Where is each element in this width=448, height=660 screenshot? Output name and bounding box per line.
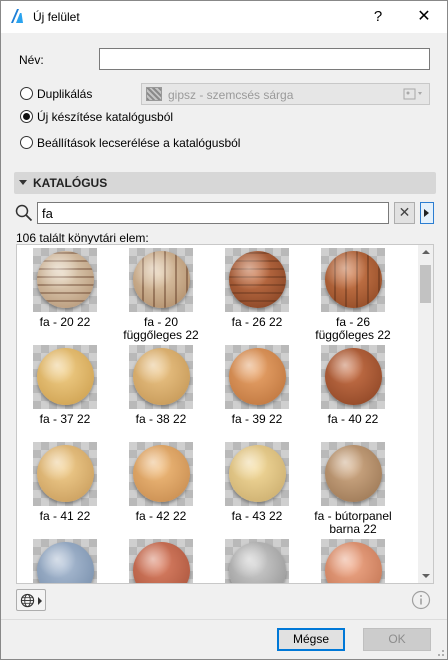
material-thumbnail [129, 442, 193, 506]
duplicate-source-text: gipsz - szemcsés sárga [168, 88, 294, 102]
catalog-search-input[interactable] [37, 202, 389, 224]
catalog-item[interactable]: fa - 26 22 [209, 248, 305, 343]
material-sphere [325, 251, 382, 308]
replace-settings-label[interactable]: Beállítások lecserélése a katalógusból [37, 136, 240, 150]
globe-icon [20, 593, 35, 608]
catalog-item[interactable]: fa - 26 függőleges 22 [305, 248, 401, 343]
clear-search-button[interactable]: ✕ [394, 202, 415, 224]
material-thumbnail [225, 442, 289, 506]
catalog-item[interactable]: fa - 41 22 [17, 442, 113, 537]
scroll-thumb[interactable] [420, 265, 431, 303]
ok-button[interactable]: OK [363, 628, 431, 651]
catalog-item-label: fa - 26 22 [231, 315, 283, 329]
material-sphere [325, 445, 382, 502]
duplicate-label[interactable]: Duplikálás [37, 87, 92, 101]
name-label: Név: [19, 53, 44, 67]
material-thumbnail [321, 248, 385, 312]
title-bar: Új felület ? ✕ [1, 1, 447, 33]
material-thumbnail [129, 248, 193, 312]
material-sphere [133, 251, 190, 308]
catalog-item-label: fa - 38 22 [135, 412, 187, 426]
catalog-item-label: fa - 20 22 [39, 315, 91, 329]
create-from-catalog-radio[interactable] [20, 110, 33, 123]
catalog-item[interactable]: fa - 43 22 [209, 442, 305, 537]
catalog-item-label: fa - 43 22 [231, 509, 283, 523]
material-thumbnail [33, 442, 97, 506]
cancel-button[interactable]: Mégse [277, 628, 345, 651]
help-button[interactable]: ? [355, 1, 401, 33]
collapse-arrow-icon [19, 180, 27, 185]
grid-scrollbar[interactable] [418, 245, 433, 583]
material-sphere [37, 251, 94, 308]
window-title: Új felület [33, 10, 80, 24]
catalog-item-label: fa - 42 22 [135, 509, 187, 523]
catalog-item[interactable] [305, 539, 401, 583]
catalog-item[interactable]: fa - 20 22 [17, 248, 113, 343]
catalog-item-label: fa - 41 22 [39, 509, 91, 523]
catalog-item[interactable] [209, 539, 305, 583]
scroll-down-icon[interactable] [422, 574, 430, 578]
close-button[interactable]: ✕ [401, 1, 447, 33]
catalog-item-label: fa - 37 22 [39, 412, 91, 426]
catalog-item[interactable]: fa - 20 függőleges 22 [113, 248, 209, 343]
material-thumbnail [225, 345, 289, 409]
material-sphere [133, 445, 190, 502]
material-thumbnail [321, 539, 385, 583]
catalog-item[interactable]: fa - 38 22 [113, 345, 209, 440]
material-thumbnail [225, 248, 289, 312]
material-thumbnail [321, 442, 385, 506]
menu-arrow-icon [38, 597, 42, 605]
material-sphere [37, 445, 94, 502]
catalog-item[interactable]: fa - 37 22 [17, 345, 113, 440]
material-sphere [229, 542, 286, 583]
material-thumbnail [129, 345, 193, 409]
catalog-grid: fa - 20 22 fa - 20 függőleges 22 fa - 26 2… [16, 244, 434, 584]
catalog-item-label: fa - 40 22 [327, 412, 379, 426]
material-sphere [325, 348, 382, 405]
app-icon [11, 9, 23, 23]
catalog-item[interactable]: fa - 40 22 [305, 345, 401, 440]
globe-menu-button[interactable] [16, 589, 46, 611]
catalog-item-label: fa - 26 függőleges 22 [315, 315, 391, 342]
info-icon[interactable] [410, 589, 432, 611]
material-swatch [146, 87, 162, 101]
catalog-section-header[interactable]: KATALÓGUS [14, 172, 436, 194]
catalog-item[interactable] [17, 539, 113, 583]
material-thumbnail [33, 345, 97, 409]
material-sphere [325, 542, 382, 583]
resize-grip-icon[interactable] [435, 647, 445, 657]
name-input[interactable] [99, 48, 430, 70]
catalog-item-label: fa - bútorpanel barna 22 [314, 509, 392, 536]
catalog-item-label: fa - 39 22 [231, 412, 283, 426]
material-thumbnail [225, 539, 289, 583]
duplicate-radio[interactable] [20, 87, 33, 100]
catalog-item[interactable] [113, 539, 209, 583]
material-sphere [133, 348, 190, 405]
material-thumbnail [321, 345, 385, 409]
search-go-button[interactable] [420, 202, 434, 224]
material-sphere [133, 542, 190, 583]
search-icon [15, 204, 33, 222]
material-sphere [229, 348, 286, 405]
catalog-section-title: KATALÓGUS [33, 176, 108, 190]
replace-settings-radio[interactable] [20, 136, 33, 149]
material-thumbnail [33, 248, 97, 312]
material-sphere [229, 251, 286, 308]
material-sphere [37, 542, 94, 583]
dialog-window: Új felület ? ✕ Név: Duplikálás gipsz - s… [0, 0, 448, 660]
scroll-up-icon[interactable] [422, 250, 430, 254]
catalog-item[interactable]: fa - bútorpanel barna 22 [305, 442, 401, 537]
material-thumbnail [33, 539, 97, 583]
material-thumbnail [129, 539, 193, 583]
catalog-item[interactable]: fa - 39 22 [209, 345, 305, 440]
footer-divider [1, 619, 447, 620]
material-sphere [229, 445, 286, 502]
catalog-item[interactable]: fa - 42 22 [113, 442, 209, 537]
catalog-item-label: fa - 20 függőleges 22 [123, 315, 199, 342]
duplicate-source-field: gipsz - szemcsés sárga [141, 83, 430, 105]
material-sphere [37, 348, 94, 405]
picture-dropdown-icon [403, 88, 422, 100]
result-count: 106 talált könyvtári elem: [16, 231, 149, 245]
create-from-catalog-label[interactable]: Új készítése katalógusból [37, 110, 173, 124]
